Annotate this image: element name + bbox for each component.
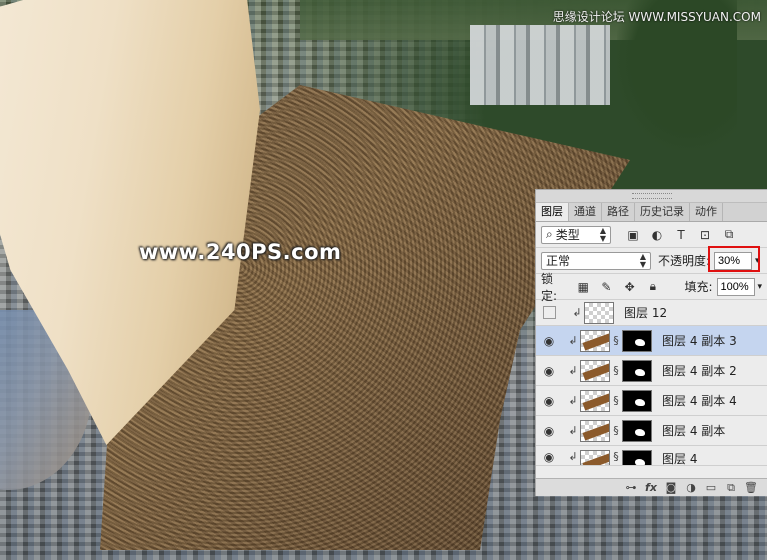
link-icon[interactable]: ⊶	[621, 481, 641, 494]
layer-name: 图层 4 副本 2	[662, 364, 737, 378]
eye-icon[interactable]: ◉	[540, 394, 558, 408]
layer-mask-thumbnail[interactable]	[622, 389, 652, 412]
clip-arrow-icon: ↲	[568, 364, 578, 377]
top-watermark: 思缘设计论坛 WWW.MISSYUAN.COM	[552, 10, 761, 24]
opacity-highlight-box	[708, 246, 760, 272]
layer-name: 图层 4 副本 3	[662, 334, 737, 348]
chevron-down-icon[interactable]: ▾	[758, 282, 763, 292]
adjustment-icon[interactable]: ◐	[649, 228, 665, 242]
tab-actions[interactable]: 动作	[690, 203, 723, 221]
layer-thumbnail	[580, 329, 610, 352]
chain-link-icon[interactable]: §	[610, 424, 622, 437]
filter-type-select[interactable]: ⌕ 类型 ▲ ▼	[541, 225, 611, 244]
tab-layers[interactable]: 图层	[536, 203, 569, 221]
chain-link-icon[interactable]: §	[610, 394, 622, 407]
filter-row: ⌕ 类型 ▲ ▼ ▣ ◐ T ⊡ ⧉	[536, 222, 767, 248]
fill-label: 填充:	[684, 280, 713, 294]
layers-list: ↲ 图层 12 ◉ ↲ § 图层 4 副本 3 ◉ ↲ § 图层 4 副本 2 …	[536, 300, 767, 466]
lock-label: 锁定:	[541, 271, 558, 303]
tower-buildings	[470, 25, 610, 105]
eye-icon[interactable]: ◉	[540, 334, 558, 348]
search-icon: ⌕	[546, 227, 553, 241]
eye-icon[interactable]: ◉	[540, 450, 558, 464]
layer-row-copy3[interactable]: ◉ ↲ § 图层 4 副本 3	[536, 326, 767, 356]
layer-name: 图层 4	[662, 452, 698, 466]
watermark-text: www.240PS.com	[139, 240, 342, 264]
trash-icon[interactable]: 🗑︎	[741, 481, 761, 494]
type-icon[interactable]: T	[673, 228, 689, 242]
layer-thumbnail	[580, 419, 610, 442]
updown-arrows-icon: ▲ ▼	[639, 251, 646, 269]
shape-icon[interactable]: ⊡	[697, 228, 713, 242]
smart-object-icon[interactable]: ⧉	[721, 227, 737, 242]
panel-footer: ⊶ fx ◙ ◑ ▭ ⧉ 🗑︎	[536, 478, 767, 496]
eye-icon[interactable]: ◉	[540, 364, 558, 378]
visibility-toggle[interactable]	[543, 306, 556, 319]
fill-input[interactable]	[716, 277, 755, 296]
tab-paths[interactable]: 路径	[602, 203, 635, 221]
layer-mask-thumbnail[interactable]	[622, 329, 652, 352]
layer-mask-thumbnail[interactable]	[622, 450, 652, 465]
layer-mask-thumbnail[interactable]	[622, 359, 652, 382]
layer-row-copy2[interactable]: ◉ ↲ § 图层 4 副本 2	[536, 356, 767, 386]
group-icon[interactable]: ▭	[701, 481, 721, 494]
layer-row-12[interactable]: ↲ 图层 12	[536, 300, 767, 326]
panel-grip[interactable]	[536, 190, 767, 203]
lock-row: 锁定: ▦ ✎ ✥ 🔒︎ 填充: ▾	[536, 272, 767, 303]
chain-link-icon[interactable]: §	[610, 364, 622, 377]
layer-row-copy[interactable]: ◉ ↲ § 图层 4 副本	[536, 416, 767, 446]
chain-link-icon[interactable]: §	[610, 450, 622, 463]
lock-pixels-icon[interactable]: ▦	[576, 280, 591, 294]
layer-name: 图层 4 副本	[662, 424, 726, 438]
layer-thumbnail	[580, 389, 610, 412]
tab-history[interactable]: 历史记录	[635, 203, 690, 221]
clip-arrow-icon: ↲	[568, 424, 578, 437]
layer-name: 图层 12	[624, 306, 668, 320]
panel-tabs: 图层 通道 路径 历史记录 动作	[536, 203, 767, 222]
image-icon[interactable]: ▣	[625, 228, 641, 242]
chain-link-icon[interactable]: §	[610, 334, 622, 347]
layer-thumbnail	[580, 359, 610, 382]
layers-panel: 图层 通道 路径 历史记录 动作 ⌕ 类型 ▲ ▼ ▣ ◐ T ⊡ ⧉ 正常 ▲ ▼…	[535, 189, 767, 496]
blend-mode-select[interactable]: 正常 ▲ ▼	[541, 251, 651, 270]
fx-icon[interactable]: fx	[641, 481, 661, 494]
layer-thumbnail	[584, 301, 614, 324]
lock-brush-icon[interactable]: ✎	[599, 280, 614, 294]
layer-thumbnail	[580, 450, 610, 465]
clip-arrow-icon: ↲	[568, 334, 578, 347]
eye-icon[interactable]: ◉	[540, 424, 558, 438]
layer-mask-thumbnail[interactable]	[622, 419, 652, 442]
adjustment-layer-icon[interactable]: ◑	[681, 481, 701, 494]
clip-arrow-icon: ↲	[568, 394, 578, 407]
layer-name: 图层 4 副本 4	[662, 394, 737, 408]
layer-row-copy4[interactable]: ◉ ↲ § 图层 4 副本 4	[536, 386, 767, 416]
lock-position-icon[interactable]: ✥	[622, 280, 637, 294]
lock-all-icon[interactable]: 🔒︎	[645, 279, 660, 294]
clip-arrow-icon: ↲	[568, 450, 578, 463]
mask-icon[interactable]: ◙	[661, 481, 681, 494]
tab-channels[interactable]: 通道	[569, 203, 602, 221]
new-layer-icon[interactable]: ⧉	[721, 481, 741, 495]
layer-row-4[interactable]: ◉ ↲ § 图层 4	[536, 446, 767, 466]
opacity-label: 不透明度:	[658, 254, 711, 268]
updown-arrows-icon: ▲ ▼	[599, 225, 606, 243]
clip-arrow-icon: ↲	[572, 306, 582, 319]
